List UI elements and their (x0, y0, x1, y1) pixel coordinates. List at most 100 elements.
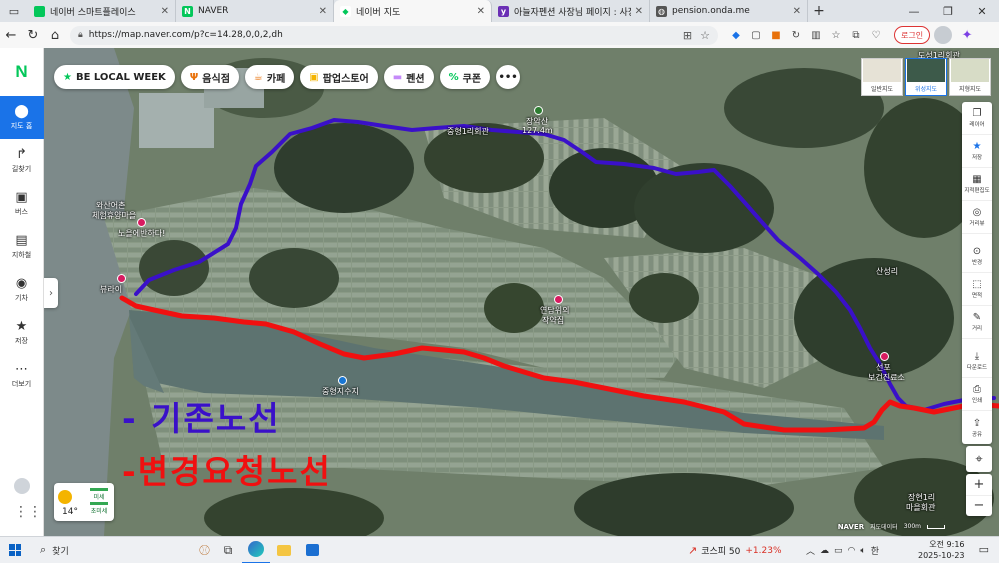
volume-icon[interactable]: 🔈︎ (860, 546, 865, 556)
chip-pension[interactable]: ▬ 펜션 (383, 65, 434, 89)
tab-onda[interactable]: ◍ pension.onda.me ✕ (650, 0, 808, 22)
tool-download[interactable]: ⤓ 다운로드 (962, 345, 992, 378)
nav-train[interactable]: ◉ 기차 (0, 268, 44, 311)
cloud-icon[interactable]: ☁ (820, 546, 829, 556)
tool-distance[interactable]: ✎ 거리 (962, 306, 992, 339)
browser-essentials-icon[interactable]: ♡ (866, 25, 886, 45)
nav-bus[interactable]: ▣ 버스 (0, 182, 44, 225)
map-type-satellite[interactable]: 위성지도 (905, 58, 947, 96)
battery-icon[interactable]: ▭ (834, 546, 843, 556)
login-button[interactable]: 로그인 (894, 26, 931, 44)
maximize-icon[interactable]: ❐ (931, 0, 965, 22)
extension-icon[interactable]: ▢ (746, 25, 766, 45)
map-type-normal[interactable]: 일반지도 (861, 58, 903, 96)
home-icon[interactable]: ⌂ (44, 24, 66, 46)
task-view-icon[interactable]: ⧉ (214, 537, 242, 563)
browser-window: ▭ 네이버 스마트플레이스 ✕ N NAVER ✕ ◆ 네이버 지도 ✕ y 아… (0, 0, 999, 563)
clinic-pin[interactable] (880, 352, 889, 361)
tab-actions-icon[interactable]: ▭ (0, 0, 28, 22)
map-data-label[interactable]: 지도데이터 (870, 522, 898, 531)
nav-directions[interactable]: ↱ 길찾기 (0, 139, 44, 182)
nav-subway[interactable]: ▤ 지하철 (0, 225, 44, 268)
my-location-button[interactable]: ⌖ (966, 446, 992, 472)
chip-popup-store[interactable]: ▣ 팝업스토어 (300, 65, 378, 89)
chip-coupon[interactable]: % 쿠폰 (439, 65, 491, 89)
back-icon[interactable]: ← (0, 24, 22, 46)
tool-streetview[interactable]: ◎ 거리뷰 (962, 201, 992, 234)
nav-saved[interactable]: ★ 저장 (0, 311, 44, 354)
copilot-icon[interactable]: ✦ (956, 24, 978, 46)
tool-area[interactable]: ⬚ 면적 (962, 273, 992, 306)
tab-smartplace[interactable]: 네이버 스마트플레이스 ✕ (28, 0, 176, 22)
pension-pin[interactable] (117, 274, 126, 283)
user-icon[interactable] (14, 478, 30, 494)
close-tab-icon[interactable]: ✕ (635, 6, 643, 17)
zoom-out-button[interactable]: − (966, 496, 992, 517)
extension-reload-icon[interactable]: ↻ (786, 25, 806, 45)
split-screen-icon[interactable]: ▥ (806, 25, 826, 45)
shield-extension-icon[interactable]: ◆ (726, 25, 746, 45)
favorites-icon[interactable]: ☆ (826, 25, 846, 45)
tab-naver-map[interactable]: ◆ 네이버 지도 ✕ (334, 0, 492, 22)
apps-grid-icon[interactable]: ⋮⋮ (14, 504, 42, 520)
tool-save[interactable]: ★ 저장 (962, 135, 992, 168)
tool-cadastral[interactable]: ▦ 지적편집도 (962, 168, 992, 201)
close-tab-icon[interactable]: ✕ (793, 6, 801, 17)
chip-cafe[interactable]: ☕︎ 카페 (244, 65, 295, 89)
close-tab-icon[interactable]: ✕ (477, 6, 485, 17)
tab-naver[interactable]: N NAVER ✕ (176, 0, 334, 22)
scale-bar (927, 524, 945, 529)
profile-avatar[interactable] (934, 26, 953, 44)
url-text[interactable]: https://map.naver.com/p?c=14.28,0,0,2,dh (89, 30, 675, 40)
favorite-star-icon[interactable]: ☆ (700, 29, 710, 42)
nav-map-home[interactable]: ⬤ 지도 홈 (0, 96, 44, 139)
address-bar[interactable]: 🔒︎ https://map.naver.com/p?c=14.28,0,0,2… (70, 25, 718, 45)
expand-panel-button[interactable]: › (44, 278, 58, 308)
star-icon: ★ (972, 141, 982, 152)
tool-print[interactable]: ⎙ 인쇄 (962, 378, 992, 411)
directions-icon: ↱ (16, 147, 27, 162)
tool-layers[interactable]: ❐ 레이어 (962, 102, 992, 135)
star-icon: ★ (15, 319, 28, 334)
close-window-icon[interactable]: ✕ (965, 0, 999, 22)
tool-radius[interactable]: ⊙ 반경 (962, 240, 992, 273)
zoom-in-button[interactable]: + (966, 474, 992, 496)
reservoir-pin[interactable] (338, 376, 347, 385)
ime-indicator[interactable]: 한 (871, 544, 879, 557)
notifications-icon[interactable]: ▭ (979, 543, 989, 556)
mountain-pin[interactable] (534, 106, 543, 115)
poi-pin[interactable] (554, 295, 563, 304)
show-hidden-icons[interactable]: ︿ (806, 544, 815, 557)
minimize-icon[interactable]: — (897, 0, 931, 22)
more-icon: ••• (498, 71, 518, 83)
nav-more[interactable]: ⋯ 더보기 (0, 354, 44, 397)
clock[interactable]: 오전 9:16 2025-10-23 (918, 539, 965, 561)
store-taskbar-icon[interactable] (298, 537, 326, 563)
tool-share[interactable]: ⇪ 공유 (962, 411, 992, 444)
search-highlight-icon: ⚾︎ (199, 544, 210, 557)
new-tab-button[interactable]: + (808, 0, 830, 22)
satellite-map[interactable]: 장악산 127.4m 중형1리회관 도성1리회관 와산어촌 체험휴양마을 노을에… (44, 48, 999, 536)
chip-be-local-week[interactable]: ★ BE LOCAL WEEK (54, 65, 175, 89)
app-available-icon[interactable]: ⊞ (683, 29, 692, 42)
tab-pension-owner[interactable]: y 아늘자펜션 사장님 페이지 : 사장님 ✕ (492, 0, 650, 22)
file-explorer-icon[interactable] (270, 537, 298, 563)
more-chips-button[interactable]: ••• (496, 65, 521, 89)
refresh-icon[interactable]: ↻ (22, 24, 44, 46)
edge-taskbar-icon[interactable] (242, 537, 270, 563)
close-tab-icon[interactable]: ✕ (319, 6, 327, 17)
site-info-icon[interactable]: 🔒︎ (78, 30, 83, 40)
collections-icon[interactable]: ⧉ (846, 25, 866, 45)
weather-widget[interactable]: 14° 미세 초미세 (54, 483, 114, 521)
map-type-terrain[interactable]: 지형지도 (949, 58, 991, 96)
extension-red-icon[interactable]: ■ (766, 25, 786, 45)
start-button[interactable] (0, 537, 30, 563)
network-icon[interactable]: ◠ (848, 546, 856, 556)
pension-pin[interactable] (137, 218, 146, 227)
naver-logo[interactable]: N (0, 48, 44, 96)
chip-restaurant[interactable]: Ψ 음식점 (180, 65, 239, 89)
close-tab-icon[interactable]: ✕ (161, 6, 169, 17)
yanolja-favicon: y (498, 5, 509, 17)
stock-widget[interactable]: ↗ 코스피 50 +1.23% (688, 537, 782, 563)
taskbar-search[interactable]: ⌕ 찾기 ⚾︎ (34, 540, 214, 560)
